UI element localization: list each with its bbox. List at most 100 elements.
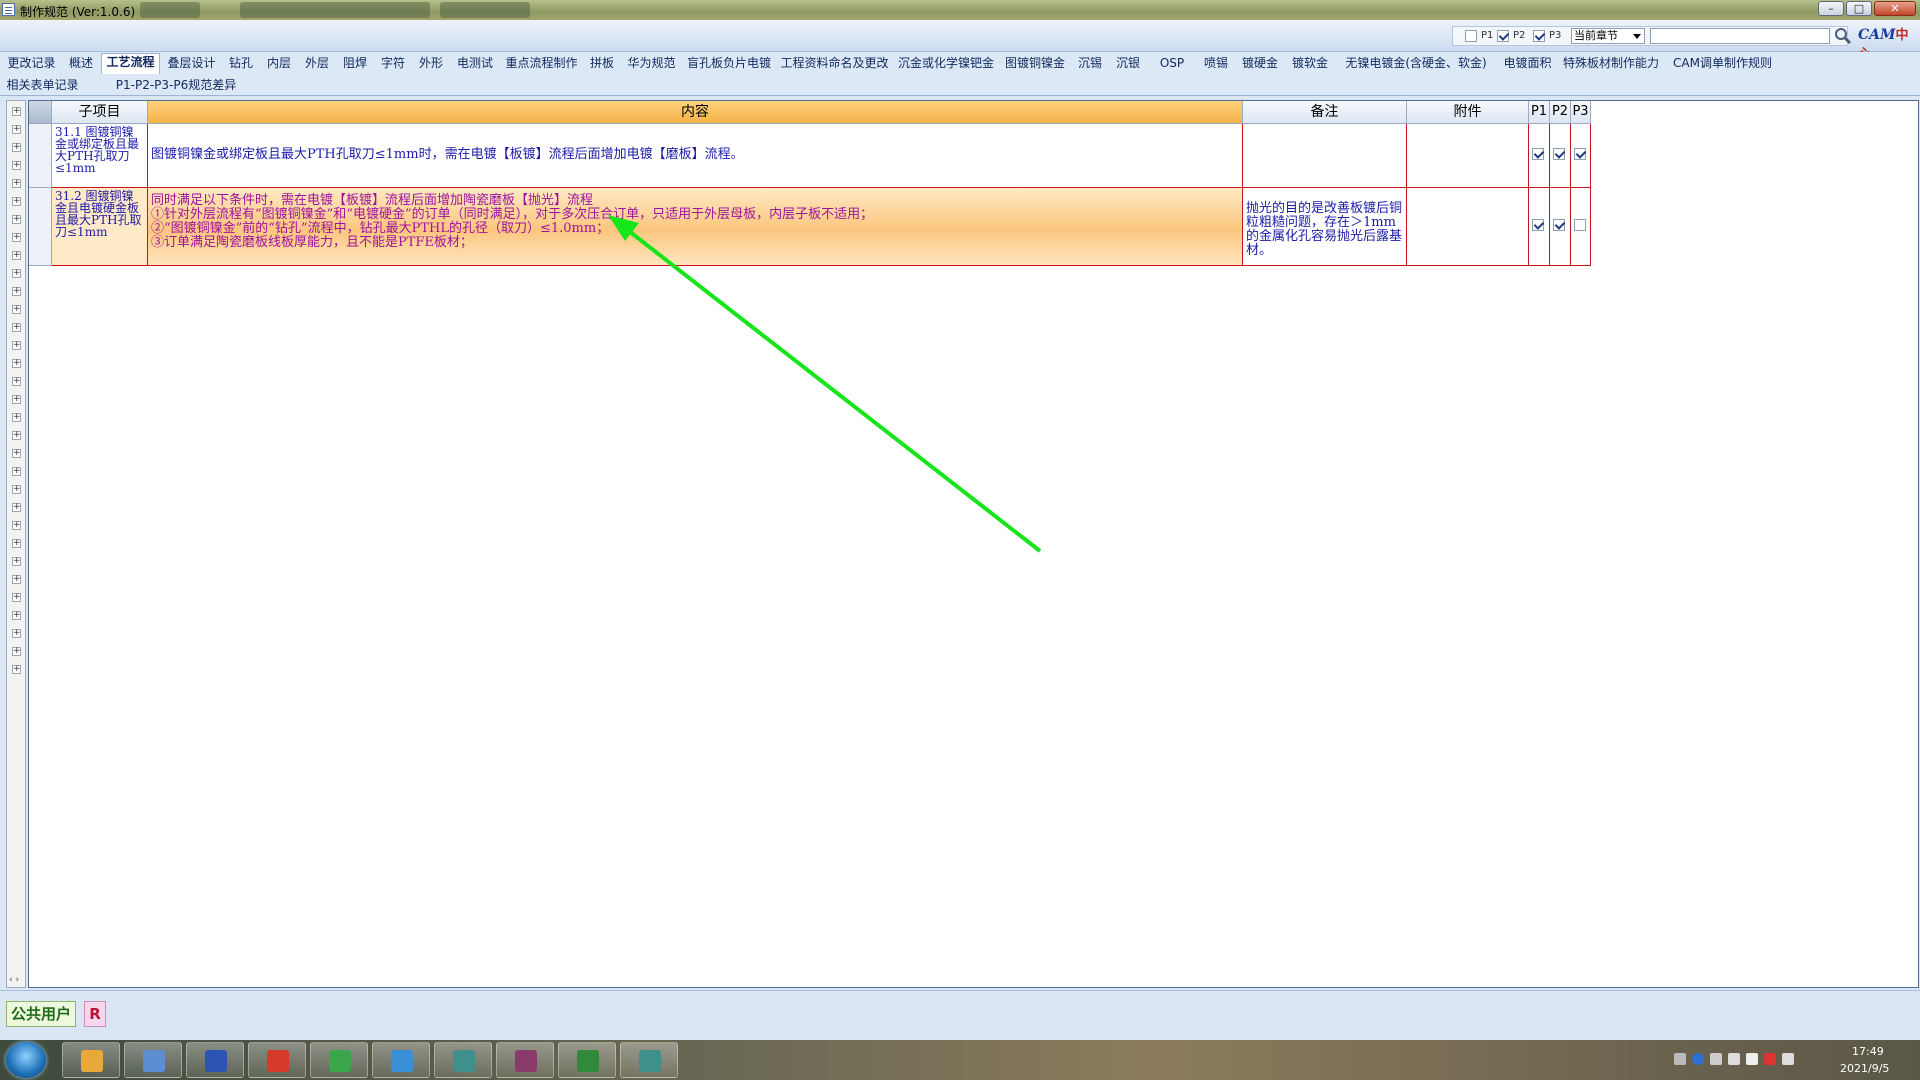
row-header[interactable] [29,124,52,188]
expand-node-icon[interactable]: + [12,521,21,530]
expand-node-icon[interactable]: + [12,269,21,278]
tab-item[interactable]: 外层 [299,55,335,73]
taskbar-app-button[interactable] [186,1042,244,1078]
tab-item[interactable]: 概述 [63,55,99,73]
tab-item[interactable]: P1-P2-P3-P6规范差异 [85,77,267,95]
tab-item[interactable]: 沉银 [1110,55,1146,73]
tab-item[interactable]: 沉金或化学镍钯金 [894,55,998,73]
expand-node-icon[interactable]: + [12,557,21,566]
minimize-button[interactable]: – [1818,1,1844,16]
content-cell[interactable]: 同时满足以下条件时，需在电镀【板镀】流程后面增加陶瓷磨板【抛光】流程 ①针对外层… [148,188,1243,266]
tab-item[interactable]: 工艺流程 [101,53,160,74]
remark-cell[interactable]: 抛光的目的是改善板镀后铜粒粗糙问题，存在＞1mm的金属化孔容易抛光后露基材。 [1243,188,1407,266]
p1-checkbox[interactable] [1532,148,1544,160]
expand-node-icon[interactable]: + [12,575,21,584]
flag-icon[interactable] [1710,1053,1722,1065]
p2-checkbox[interactable] [1553,219,1565,231]
column-header-p1[interactable]: P1 [1529,101,1550,124]
row-header[interactable] [29,188,52,266]
taskbar-app-button[interactable] [496,1042,554,1078]
taskbar-app-button[interactable] [62,1042,120,1078]
column-header-subitem[interactable]: 子项目 [52,101,148,124]
expand-node-icon[interactable]: + [12,287,21,296]
search-icon[interactable] [1834,27,1852,45]
tab-item[interactable]: 相关表单记录 [2,77,83,95]
scroll-arrows-icon[interactable]: ‹ › [9,975,19,985]
column-header-p3[interactable]: P3 [1571,101,1591,124]
p1-checkbox[interactable] [1532,219,1544,231]
content-cell[interactable]: 图镀铜镍金或绑定板且最大PTH孔取刀≤1mm时，需在电镀【板镀】流程后面增加电镀… [148,124,1243,188]
tab-item[interactable]: OSP [1148,55,1196,73]
expand-node-icon[interactable]: + [12,593,21,602]
tab-item[interactable]: 叠层设计 [162,55,221,73]
expand-node-icon[interactable]: + [12,611,21,620]
subitem-cell[interactable]: 31.1 图镀铜镍金或绑定板且最大PTH孔取刀≤1mm [52,124,148,188]
expand-node-icon[interactable]: + [12,467,21,476]
tab-item[interactable]: 特殊板材制作能力 [1559,55,1663,73]
expand-node-icon[interactable]: + [12,233,21,242]
tab-item[interactable]: 电镀面积 [1498,55,1557,73]
tab-item[interactable]: 外形 [413,55,449,73]
expand-node-icon[interactable]: + [12,413,21,422]
tab-item[interactable]: 无镍电镀金(含硬金、软金) [1336,55,1496,73]
tab-item[interactable]: CAM调单制作规则 [1665,55,1780,73]
expand-node-icon[interactable]: + [12,395,21,404]
expand-node-icon[interactable]: + [12,197,21,206]
p3-filter-checkbox[interactable] [1533,30,1545,42]
p2-filter-checkbox[interactable] [1497,30,1509,42]
tab-item[interactable]: 电测试 [451,55,499,73]
expand-node-icon[interactable]: + [12,215,21,224]
column-header-p2[interactable]: P2 [1550,101,1571,124]
expand-node-icon[interactable]: + [12,305,21,314]
clock-time[interactable]: 17:49 [1852,1045,1884,1058]
taskbar-app-button[interactable] [248,1042,306,1078]
tab-item[interactable]: 图镀铜镍金 [1000,55,1070,73]
expand-node-icon[interactable]: + [12,377,21,386]
tab-item[interactable]: 阻焊 [337,55,373,73]
expand-node-icon[interactable]: + [12,125,21,134]
column-header-remark[interactable]: 备注 [1243,101,1407,124]
taskbar-app-button[interactable] [372,1042,430,1078]
column-header-attachment[interactable]: 附件 [1407,101,1529,124]
expand-node-icon[interactable]: + [12,341,21,350]
tab-item[interactable]: 盲孔板负片电镀 [683,55,775,73]
tab-item[interactable]: 字符 [375,55,411,73]
column-header-content[interactable]: 内容 [148,101,1243,124]
tab-item[interactable]: 沉锡 [1072,55,1108,73]
maximize-button[interactable]: □ [1846,1,1872,16]
expand-node-icon[interactable]: + [12,323,21,332]
expand-node-icon[interactable]: + [12,431,21,440]
tab-item[interactable]: 喷锡 [1198,55,1234,73]
taskbar-app-button[interactable] [310,1042,368,1078]
tab-item[interactable]: 拼板 [584,55,620,73]
expand-node-icon[interactable]: + [12,503,21,512]
expand-node-icon[interactable]: + [12,539,21,548]
expand-node-icon[interactable]: + [12,143,21,152]
attachment-cell[interactable] [1407,188,1529,266]
tab-item[interactable]: 重点流程制作 [501,55,582,73]
taskbar-app-button[interactable] [558,1042,616,1078]
select-all-corner[interactable] [29,101,52,124]
taskbar-app-button[interactable] [620,1042,678,1078]
p3-checkbox[interactable] [1574,219,1586,231]
expand-node-icon[interactable]: + [12,647,21,656]
tab-item[interactable]: 内层 [261,55,297,73]
help-icon[interactable] [1692,1053,1704,1065]
attachment-cell[interactable] [1407,124,1529,188]
expand-node-icon[interactable]: + [12,629,21,638]
tab-item[interactable]: 工程资料命名及更改 [777,55,892,73]
start-button[interactable] [6,1042,46,1078]
expand-node-icon[interactable]: + [12,485,21,494]
taskbar-app-button[interactable] [124,1042,182,1078]
tab-item[interactable]: 镀软金 [1286,55,1334,73]
clock-date[interactable]: 2021/9/5 [1840,1062,1889,1075]
close-button[interactable]: ✕ [1874,1,1916,16]
taskbar-app-button[interactable] [434,1042,492,1078]
volume-icon[interactable] [1746,1053,1758,1065]
p3-checkbox[interactable] [1574,148,1586,160]
search-input[interactable] [1650,28,1830,44]
chevron-up-icon[interactable] [1728,1053,1740,1065]
network-icon[interactable] [1674,1053,1686,1065]
expand-node-icon[interactable]: + [12,449,21,458]
tab-item[interactable]: 更改记录 [2,55,61,73]
